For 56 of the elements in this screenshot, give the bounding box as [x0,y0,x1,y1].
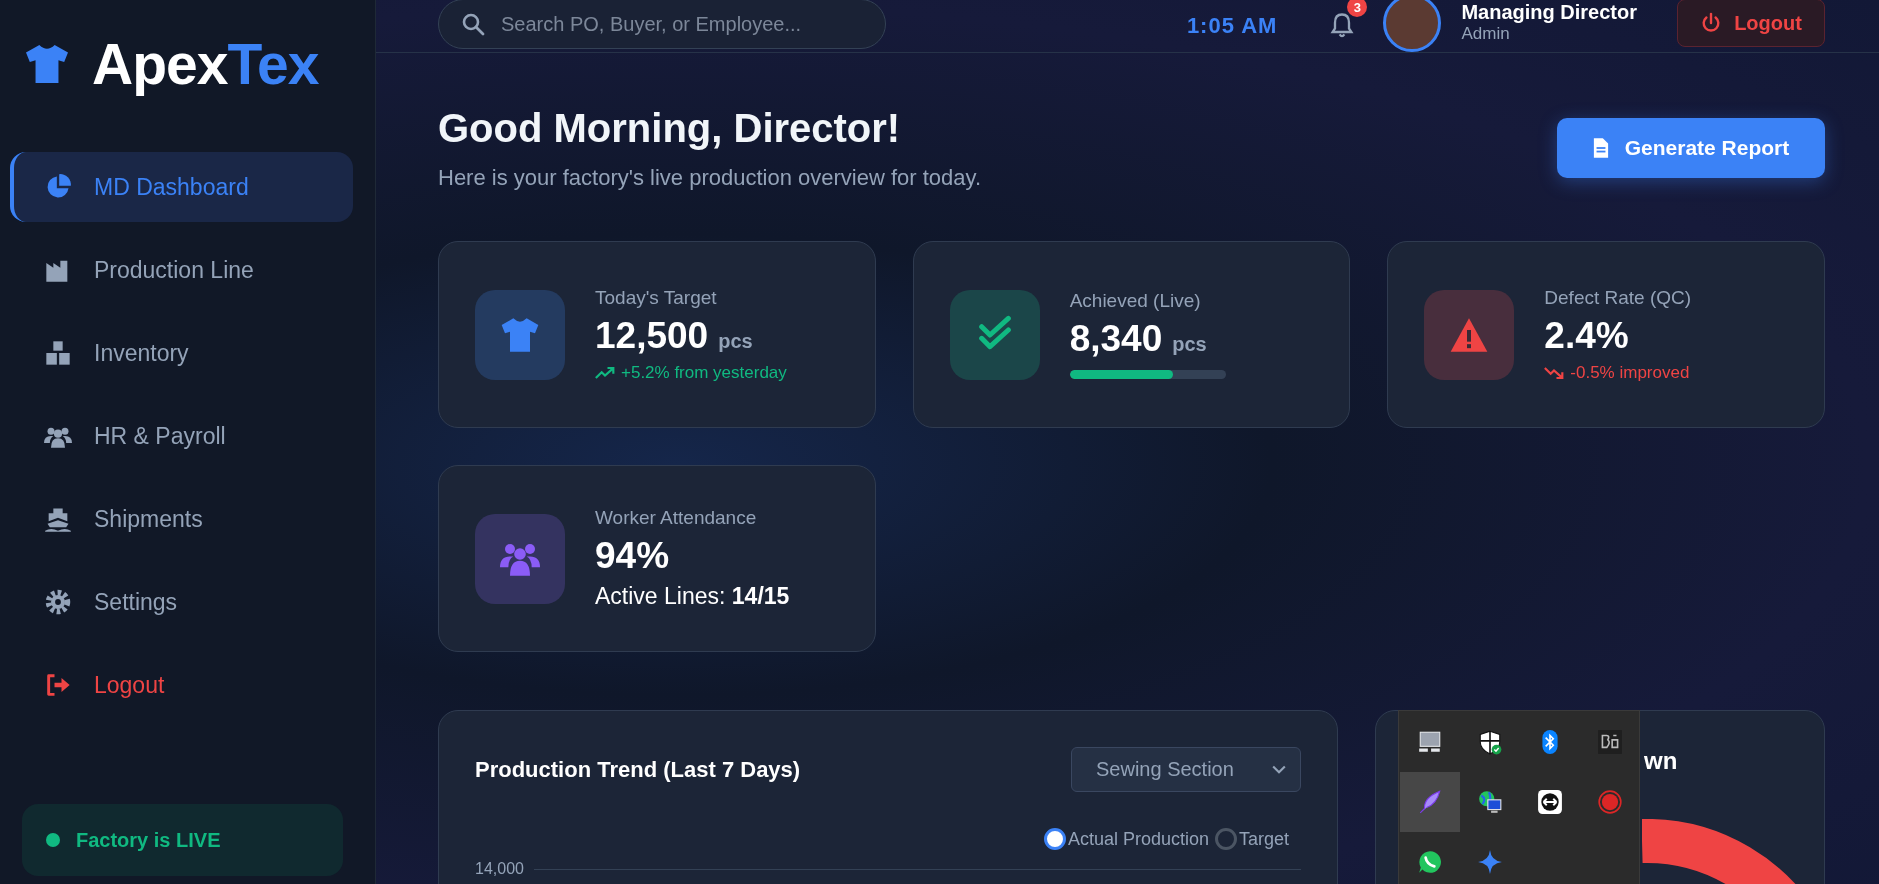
generate-report-button[interactable]: Generate Report [1557,118,1825,178]
section-dropdown[interactable]: Sewing Section [1071,747,1301,792]
stat-value: 12,500 [595,314,709,357]
legend-item[interactable]: Actual Production [1043,828,1209,850]
search-input[interactable]: Search PO, Buyer, or Employee... [499,11,863,37]
page-subtitle: Here is your factory's live production overview for today. [438,165,982,191]
trend-up-icon [595,365,615,380]
greeting-heading: Good Morning, Director! [438,105,902,152]
status-label: Factory is LIVE [76,828,221,852]
clock-time: 1:05 AM [1186,13,1278,39]
axis-tick-label: 14,000 [475,860,524,878]
sidebar-item[interactable]: HR & Payroll [10,401,353,471]
sparkle-icon [1477,849,1503,875]
sidebar-item[interactable]: Logout [10,650,353,720]
boxes-icon [44,339,72,367]
monitor-icon [1417,729,1443,755]
notification-count: 3 [1347,0,1368,17]
sign-out-icon [44,671,72,699]
trend-text: -0.5% improved [1570,362,1690,383]
logout-button[interactable]: Logout [1677,0,1825,47]
chart-title: wn [1644,747,1679,775]
search-field[interactable]: Search PO, Buyer, or Employee... [438,0,886,49]
brand-name: ApexTex [92,31,319,97]
feather-icon [1417,789,1443,815]
sidebar-item[interactable]: Production Line [10,235,353,305]
stat-label: Worker Attendance [595,507,758,529]
chevron-down-icon [1272,764,1286,775]
legend-item[interactable]: Target [1214,828,1289,850]
chat-bubble-icon [1417,849,1443,875]
trend-text: +5.2% from yesterday [621,362,787,383]
stat-value: 94% [595,535,670,577]
stat-value: 8,340 [1069,318,1163,360]
user-name: Managing Director [1461,0,1637,24]
sidebar-item[interactable]: Shipments [10,484,353,554]
trend-down-icon [1544,365,1565,380]
document-icon [1592,137,1609,159]
shield-check-icon [1477,729,1503,755]
globe-computer-icon [1477,789,1503,815]
stat-unit: pcs [1172,333,1207,356]
sidebar-item[interactable]: Settings [10,567,353,637]
shirt-icon [24,43,70,85]
avatar-photo-placeholder[interactable] [1383,0,1442,52]
stat-label: Achieved (Live) [1069,290,1202,312]
user-role: Admin [1461,23,1511,44]
stat-detail: Active Lines: 14/15 [595,583,790,610]
record-icon [1597,789,1623,815]
stat-label: Defect Rate (QC) [1544,286,1692,309]
sidebar-item[interactable]: Inventory [10,318,353,388]
search-icon [461,12,485,36]
b-logo-icon [1597,729,1623,755]
stat-label: Today's Target [595,286,718,309]
stat-unit: pcs [718,329,753,353]
chart-title: Production Trend (Last 7 Days) [475,756,801,783]
stat-value: 2.4% [1544,314,1629,357]
sidebar-item[interactable]: MD Dashboard [10,152,353,222]
gear-icon [44,588,72,616]
